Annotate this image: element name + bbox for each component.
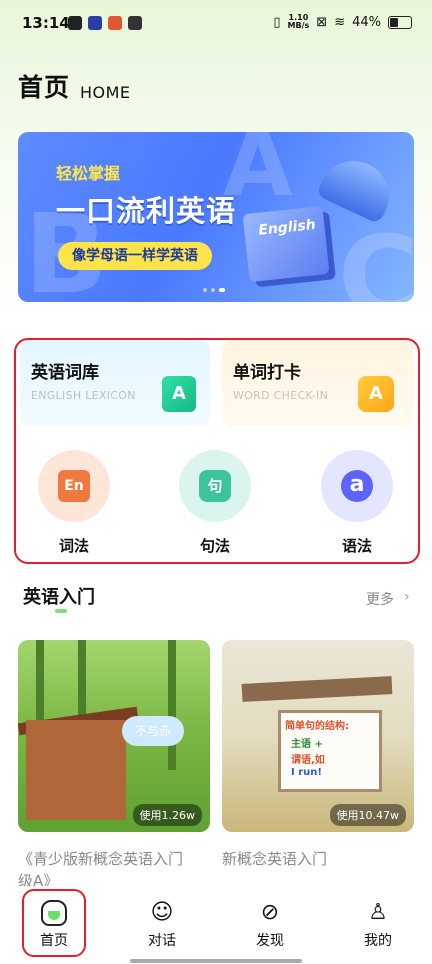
notification-icons	[68, 16, 142, 30]
signal-icon: ⊠	[316, 14, 328, 30]
page-title: 首页	[18, 73, 71, 102]
carousel-dots	[203, 288, 225, 292]
battery-icon	[388, 15, 412, 29]
tab-label: 我的	[364, 933, 392, 949]
course-title[interactable]: 新概念英语入门	[222, 848, 327, 870]
banner-pill: 像学母语一样学英语	[58, 242, 212, 270]
status-right: ▯ 1.10 MB/s ⊠ ≋ 44%	[273, 14, 412, 30]
board-line: I run!	[291, 767, 322, 778]
tab-discover[interactable]: ⊘ 发现	[240, 900, 300, 950]
cloud-bubble: 不与赤	[122, 716, 184, 746]
net-speed: 1.10 MB/s	[288, 14, 310, 30]
user-icon: ♙	[368, 900, 388, 925]
carousel-dot	[203, 288, 207, 292]
wifi-icon: ≋	[334, 14, 346, 30]
section-underline	[55, 609, 67, 613]
usage-badge: 使用10.47w	[329, 804, 406, 826]
page-subtitle: HOME	[80, 83, 131, 102]
chat-icon: ☺	[150, 900, 174, 925]
book-illustration: English	[242, 206, 330, 282]
tab-label: 发现	[256, 933, 284, 949]
app-notification-icon	[128, 16, 142, 30]
carousel-dot	[211, 288, 215, 292]
net-speed-unit: MB/s	[287, 21, 310, 30]
tab-home-highlight	[22, 889, 86, 957]
feature-highlight-box	[14, 338, 420, 564]
section-title: 英语入门	[23, 587, 95, 608]
more-link[interactable]: 更多	[366, 589, 394, 609]
sentence-board: 简单句的结构: 主语 + 谓语,如 I run!	[278, 710, 382, 792]
battery-percent: 44%	[352, 14, 381, 30]
status-time: 13:14	[22, 14, 70, 32]
board-line: 主语 +	[291, 739, 323, 750]
book-label: English	[257, 216, 317, 239]
tab-chat[interactable]: ☺ 对话	[132, 900, 192, 950]
chevron-right-icon[interactable]: ›	[404, 589, 410, 605]
tab-label: 对话	[148, 933, 176, 949]
vibrate-icon: ▯	[273, 14, 281, 30]
usage-badge: 使用1.26w	[132, 804, 202, 826]
hut-roof	[241, 676, 393, 702]
tab-profile[interactable]: ♙ 我的	[348, 900, 408, 950]
banner-big-heading: 一口流利英语	[56, 194, 237, 228]
compass-icon: ⊘	[260, 900, 280, 925]
cabin-illustration	[26, 720, 126, 820]
status-bar: 13:14 ▯ 1.10 MB/s ⊠ ≋ 44%	[0, 0, 432, 52]
board-line: 谓语,如	[291, 755, 325, 766]
board-line: 简单句的结构:	[285, 721, 349, 732]
app-notification-icon	[108, 16, 122, 30]
app-notification-icon	[88, 16, 102, 30]
app-notification-icon	[68, 16, 82, 30]
carousel-dot-active	[219, 288, 225, 292]
home-indicator[interactable]	[130, 959, 302, 963]
course-thumbnail[interactable]: 不与赤 使用1.26w	[18, 640, 210, 832]
decorative-letter-c: C	[338, 212, 414, 302]
banner-small-heading: 轻松掌握	[56, 164, 121, 183]
promo-banner[interactable]: B A C English 轻松掌握 一口流利英语 像学母语一样学英语	[18, 132, 414, 302]
tree-trunk	[168, 640, 176, 770]
course-title-line: 《青少版新概念英语入门	[18, 850, 184, 868]
course-thumbnail[interactable]: 简单句的结构: 主语 + 谓语,如 I run! 使用10.47w	[222, 640, 414, 832]
